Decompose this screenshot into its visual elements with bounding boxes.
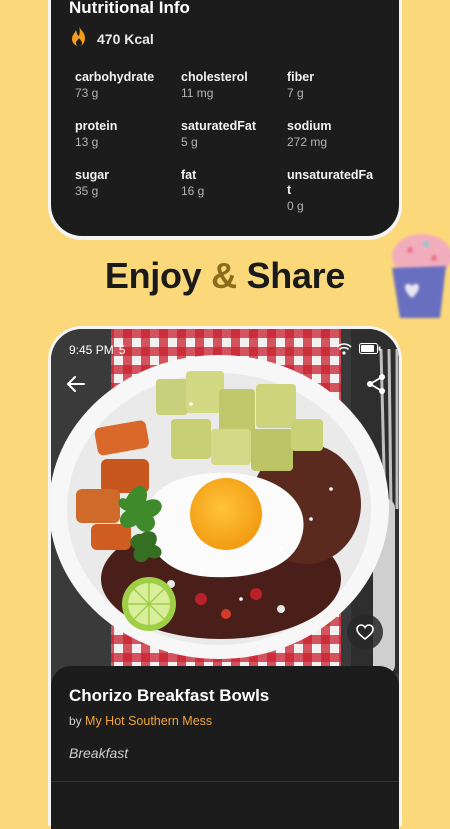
nutrient-name: sodium (287, 119, 332, 133)
status-bar: 9:45 PM 5 (51, 329, 399, 371)
nutrient-name: carbohydrate (75, 70, 155, 84)
nutrient-value: 5 g (181, 135, 198, 149)
nutrient-sugar: sugar 35 g (75, 168, 181, 214)
nutrient-cholesterol: cholesterol 11 mg (181, 70, 287, 101)
promo-headline: Enjoy & Share (0, 255, 450, 297)
nutrient-value: 13 g (75, 135, 99, 149)
share-icon (367, 374, 385, 394)
recipe-category: Breakfast (69, 745, 129, 761)
nutrient-name: saturatedFat (181, 119, 257, 133)
divider (51, 781, 399, 782)
calories-row: 470 Kcal (69, 25, 154, 52)
nutrient-name: fat (181, 168, 197, 182)
nutrient-value: 7 g (287, 86, 304, 100)
nutrient-carbohydrate: carbohydrate 73 g (75, 70, 181, 101)
share-button[interactable] (365, 373, 387, 395)
nutrient-value: 73 g (75, 86, 99, 100)
nutrient-name: unsaturatedFat (287, 168, 374, 197)
nutrition-card: Nutritional Info 470 Kcal carbohydrate 7… (51, 0, 399, 236)
phone-frame-bottom: 9:45 PM 5 Chorizo Breakfast Bowls by My … (48, 326, 402, 829)
nutrient-value: 16 g (181, 184, 205, 198)
recipe-title: Chorizo Breakfast Bowls (69, 686, 270, 705)
nutrient-fat: fat 16 g (181, 168, 287, 214)
recipe-byline: by My Hot Southern Mess (69, 714, 212, 728)
recipe-photo (51, 329, 399, 674)
nutrient-protein: protein 13 g (75, 119, 181, 150)
byline-label: by (69, 714, 82, 728)
nutrient-name: cholesterol (181, 70, 248, 84)
author-link[interactable]: My Hot Southern Mess (85, 714, 212, 728)
recipe-info-sheet: Chorizo Breakfast Bowls by My Hot Southe… (51, 666, 399, 829)
cupcake-decoration-icon (384, 228, 450, 323)
nutrient-unsaturated-fat: unsaturatedFat 0 g (287, 168, 390, 214)
headline-enjoy: Enjoy (104, 255, 202, 296)
status-time: 9:45 PM (69, 343, 114, 357)
nutrient-name: fiber (287, 70, 315, 84)
favorite-button[interactable] (347, 614, 383, 650)
nutrient-value: 0 g (287, 199, 304, 213)
flame-icon (69, 25, 89, 52)
recipe-screen: 9:45 PM 5 Chorizo Breakfast Bowls by My … (51, 329, 399, 829)
phone-frame-top: Nutritional Info 470 Kcal carbohydrate 7… (48, 0, 402, 240)
nutrient-value: 11 mg (181, 86, 214, 100)
status-extra: 5 (118, 343, 126, 357)
heart-icon (356, 624, 374, 640)
headline-ampersand: & (211, 255, 237, 296)
nutrient-sodium: sodium 272 mg (287, 119, 390, 150)
nutrient-name: protein (75, 119, 118, 133)
nutrient-name: sugar (75, 168, 110, 182)
wifi-icon (336, 342, 352, 358)
nutrient-saturated-fat: saturatedFat 5 g (181, 119, 287, 150)
nutrient-value: 35 g (75, 184, 99, 198)
nutrient-fiber: fiber 7 g (287, 70, 390, 101)
battery-icon (359, 343, 381, 357)
headline-share: Share (246, 255, 346, 296)
calories-value: 470 Kcal (97, 30, 154, 47)
nutrition-title: Nutritional Info (69, 0, 190, 17)
nutrient-value: 272 mg (287, 135, 328, 149)
back-button[interactable] (65, 373, 87, 395)
nutrition-grid: carbohydrate 73 g cholesterol 11 mg fibe… (75, 70, 390, 214)
arrow-left-icon (67, 376, 85, 392)
